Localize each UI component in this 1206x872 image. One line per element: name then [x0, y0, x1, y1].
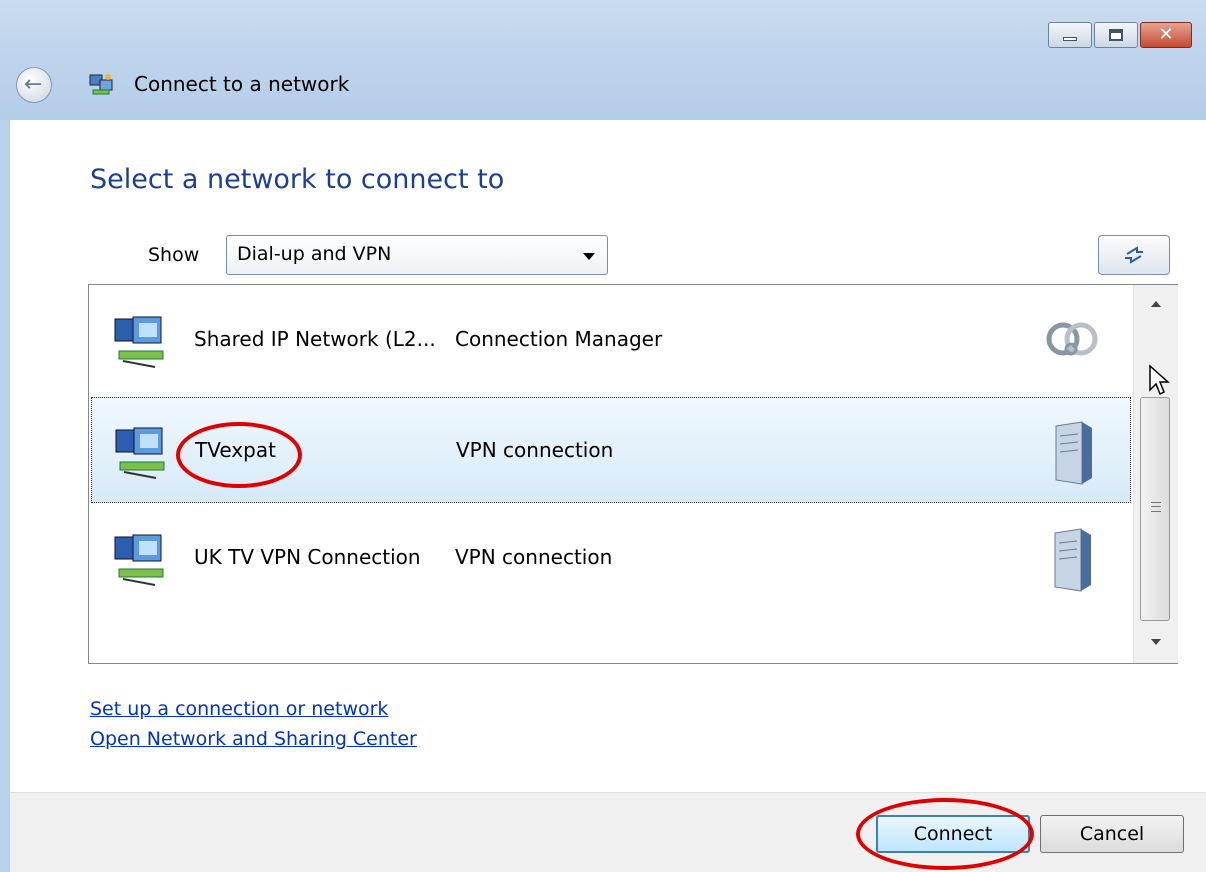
network-type: VPN connection [456, 438, 614, 462]
refresh-button[interactable] [1098, 235, 1170, 275]
connection-manager-icon [1046, 322, 1098, 356]
mouse-cursor-icon [1149, 364, 1170, 396]
network-name: TVexpat [195, 438, 276, 462]
minimize-icon [1063, 37, 1077, 41]
network-connection-icon [89, 74, 113, 95]
minimize-button[interactable] [1048, 22, 1092, 48]
network-list: Shared IP Network (L2... Connection Mana… [88, 284, 1178, 664]
title-bar: ✕ ← Connect to a network [0, 0, 1206, 120]
server-icon [1054, 528, 1091, 592]
connect-button[interactable]: Connect [876, 815, 1030, 853]
dialup-network-icon [115, 427, 165, 479]
network-sharing-center-link[interactable]: Open Network and Sharing Center [90, 728, 417, 750]
dialup-network-icon [114, 316, 164, 368]
chevron-down-icon [583, 253, 595, 260]
content-area: Select a network to connect to Show Dial… [10, 120, 1206, 792]
window-controls: ✕ [1048, 22, 1192, 48]
dialup-network-icon [114, 534, 164, 586]
back-arrow-icon: ← [24, 72, 43, 97]
network-name: UK TV VPN Connection [194, 545, 421, 569]
window-title: Connect to a network [134, 72, 350, 96]
scroll-up-button[interactable] [1134, 285, 1178, 325]
network-name: Shared IP Network (L2... [194, 327, 436, 351]
show-filter-value: Dial-up and VPN [237, 243, 392, 265]
list-scrollbar[interactable] [1133, 285, 1178, 663]
list-item[interactable]: Shared IP Network (L2... Connection Mana… [91, 287, 1131, 393]
maximize-button[interactable] [1094, 22, 1138, 48]
server-icon [1055, 421, 1092, 485]
maximize-icon [1109, 29, 1123, 41]
grip-icon [1151, 502, 1161, 512]
scroll-thumb[interactable] [1140, 397, 1170, 621]
close-icon: ✕ [1158, 24, 1174, 45]
network-type: VPN connection [455, 545, 613, 569]
network-type: Connection Manager [455, 327, 663, 351]
footer-bar: Connect Cancel [10, 792, 1206, 872]
cancel-button[interactable]: Cancel [1040, 815, 1184, 853]
list-item[interactable]: UK TV VPN Connection VPN connection [91, 505, 1131, 611]
back-button[interactable]: ← [16, 67, 52, 103]
scroll-down-button[interactable] [1134, 623, 1178, 663]
setup-connection-link[interactable]: Set up a connection or network [90, 698, 388, 720]
show-label: Show [148, 244, 200, 266]
refresh-icon [1125, 246, 1143, 264]
list-item-selected[interactable]: TVexpat VPN connection [91, 397, 1131, 503]
page-heading: Select a network to connect to [90, 164, 505, 195]
close-button[interactable]: ✕ [1140, 22, 1192, 48]
show-filter-dropdown[interactable]: Dial-up and VPN [226, 235, 608, 275]
